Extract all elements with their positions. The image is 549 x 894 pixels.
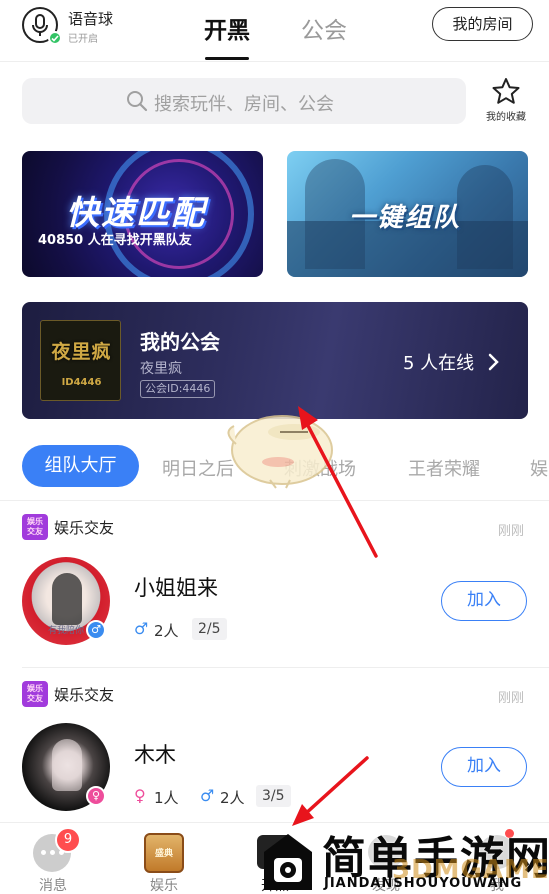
guild-avatar-title: 夜里疯 xyxy=(51,341,112,363)
room-tag-icon: 娱乐交友 xyxy=(22,514,48,540)
favorites-button[interactable]: 我的收藏 xyxy=(478,77,534,127)
voice-ball-status: 已开启 xyxy=(68,34,98,45)
top-bar: 语音球 已开启 开黑 公会 我的房间 xyxy=(0,0,549,62)
male-gender-icon: ♂ xyxy=(86,620,106,640)
watermark-logo xyxy=(264,834,312,890)
female-count: 1人 xyxy=(154,789,179,807)
tab-guild[interactable]: 公会 xyxy=(295,11,353,45)
quick-match-title: 快速匹配 xyxy=(66,193,206,232)
male-count: 2人 xyxy=(220,789,245,807)
divider xyxy=(0,500,549,501)
seat-count-badge: 2/5 xyxy=(192,618,227,640)
voice-ball-title: 语音球 xyxy=(68,10,114,28)
team-up-title: 一键组队 xyxy=(349,203,462,233)
guild-avatar-id: ID4446 xyxy=(61,377,102,388)
guild-id-badge: 公会ID:4446 xyxy=(140,380,216,398)
chevron-right-icon xyxy=(488,353,499,371)
tab-kaihei[interactable]: 开黑 xyxy=(198,11,256,45)
quick-match-subtitle: 40850 人在寻找开黑队友 xyxy=(38,233,192,248)
annotation-arrow-lower xyxy=(302,756,369,817)
search-icon xyxy=(127,91,148,112)
male-icon: ♂ xyxy=(134,619,149,638)
mascot-sticker-image xyxy=(227,415,333,489)
guild-name: 夜里疯 xyxy=(140,361,182,377)
my-room-button[interactable]: 我的房间 xyxy=(432,7,533,41)
search-placeholder: 搜索玩伴、房间、公会 xyxy=(154,94,334,115)
watermark-secondary: 3DMGAME xyxy=(392,855,549,885)
join-button[interactable]: 加入 xyxy=(441,581,527,621)
room-time: 刚刚 xyxy=(498,691,525,706)
female-gender-icon: ♀ xyxy=(86,786,106,806)
entertainment-icon: 盛典 xyxy=(144,833,184,873)
room-tag-icon: 娱乐交友 xyxy=(22,681,48,707)
guild-avatar: 夜里疯 ID4446 xyxy=(40,320,121,401)
category-tab-hall[interactable]: 组队大厅 xyxy=(22,445,139,487)
male-icon: ♂ xyxy=(200,786,215,805)
nav-label: 娱乐 xyxy=(150,878,178,894)
category-tab-item[interactable]: 王者荣耀 xyxy=(408,455,480,481)
star-icon xyxy=(492,78,520,104)
check-icon xyxy=(48,31,62,45)
seat-count-badge: 3/5 xyxy=(256,785,291,807)
divider xyxy=(22,667,549,668)
room-time: 刚刚 xyxy=(498,524,525,539)
female-icon: ♀ xyxy=(134,786,146,805)
unread-badge: 9 xyxy=(55,827,81,853)
room-tag-label: 娱乐交友 xyxy=(54,686,115,704)
male-count: 2人 xyxy=(154,622,179,640)
avatar-figure xyxy=(52,573,82,625)
quick-match-banner[interactable]: 快速匹配 40850 人在寻找开黑队友 xyxy=(22,151,263,277)
favorites-label: 我的收藏 xyxy=(486,112,526,123)
join-button[interactable]: 加入 xyxy=(441,747,527,787)
room-tag-label: 娱乐交友 xyxy=(54,519,115,537)
search-input[interactable]: 搜索玩伴、房间、公会 xyxy=(22,78,466,124)
avatar-figure xyxy=(52,739,82,791)
nav-entertainment[interactable]: 盛典 娱乐 xyxy=(124,823,204,894)
category-tab-item[interactable]: 娱 xyxy=(530,455,548,481)
guild-online-count: 5 人在线 xyxy=(403,353,475,374)
nav-messages[interactable]: 9 消息 xyxy=(13,823,93,894)
guild-section-title: 我的公会 xyxy=(140,330,220,354)
team-up-banner[interactable]: 一键组队 xyxy=(287,151,528,277)
nav-label: 消息 xyxy=(39,878,67,894)
active-tab-indicator xyxy=(205,57,249,60)
voice-ball-toggle[interactable]: 语音球 已开启 xyxy=(22,5,122,45)
room-name: 木木 xyxy=(134,743,176,767)
room-name: 小姐姐来 xyxy=(134,576,218,600)
